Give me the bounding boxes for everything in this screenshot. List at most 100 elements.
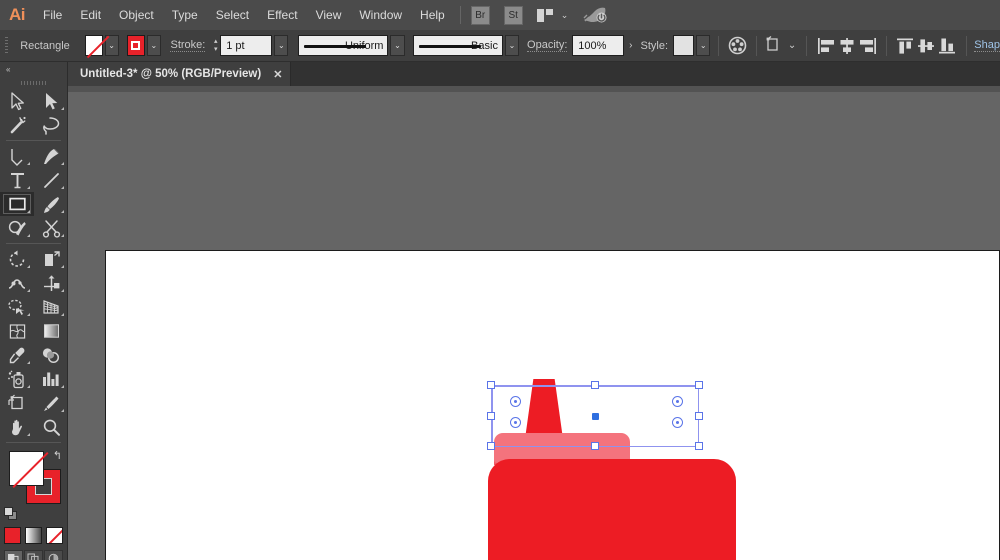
menu-object[interactable]: Object [110,0,163,30]
tool-pen[interactable] [0,144,34,168]
align-left-icon[interactable] [815,34,836,58]
none-mode-swatch[interactable] [46,527,63,544]
workspace-switcher[interactable]: ⌄ [536,8,568,22]
menu-window[interactable]: Window [350,0,411,30]
live-corner-widget-top-right[interactable] [672,396,683,407]
live-corner-widget-top-left[interactable] [510,396,521,407]
align-center-vertical-icon[interactable] [916,34,937,58]
color-mode-swatch[interactable] [4,527,21,544]
selection-handle-top-left[interactable] [487,381,495,389]
align-top-icon[interactable] [895,34,916,58]
selection-handle-top-right[interactable] [695,381,703,389]
bottle-body-shape[interactable] [488,459,736,560]
tool-hand[interactable] [0,415,34,439]
stepper-down-icon[interactable]: ▾ [214,46,218,54]
selection-bounding-box[interactable] [487,381,703,450]
control-bar-grip[interactable] [5,36,9,55]
draw-behind-icon[interactable] [24,550,43,560]
tool-shaper[interactable] [0,216,34,240]
menu-file[interactable]: File [34,0,71,30]
menu-view[interactable]: View [307,0,351,30]
opacity-input[interactable]: 100% [572,35,625,56]
stock-button[interactable]: St [503,5,523,25]
opacity-options-button[interactable]: › [624,35,637,56]
selection-handle-middle-left[interactable] [487,412,495,420]
tool-scale[interactable] [34,247,68,271]
bridge-button[interactable]: Br [470,5,490,25]
tool-rotate[interactable] [0,247,34,271]
tool-mesh[interactable] [0,319,34,343]
tool-rectangle[interactable] [0,192,34,216]
collapse-panel-button[interactable]: « [0,62,67,77]
close-icon[interactable]: ✕ [273,68,282,81]
live-corner-widget-bottom-right[interactable] [672,417,683,428]
stroke-weight-dropdown[interactable]: ⌄ [274,35,289,56]
shape-options-label[interactable]: Shap [974,39,1000,52]
selection-handle-bottom-right[interactable] [695,442,703,450]
tool-gradient[interactable] [34,319,68,343]
tool-column-graph[interactable] [34,367,68,391]
stroke-profile-dropdown[interactable]: ⌄ [390,35,405,56]
fill-swatch-button[interactable] [84,35,109,58]
tool-shape-builder[interactable] [0,295,34,319]
stroke-profile-select[interactable]: Uniform [298,35,389,56]
transform-icon[interactable] [765,34,786,58]
default-fill-stroke-icon[interactable] [4,507,18,521]
tool-selection[interactable] [0,89,34,113]
menu-help[interactable]: Help [411,0,454,30]
swap-fill-stroke-icon[interactable]: ↰ [53,449,62,462]
tool-artboard[interactable] [0,391,34,415]
tool-symbol-sprayer[interactable] [0,367,34,391]
tool-type[interactable] [0,168,34,192]
stepper-up-icon[interactable]: ▴ [214,38,218,46]
live-corner-widget-bottom-left[interactable] [510,417,521,428]
align-right-icon[interactable] [857,34,878,58]
selection-handle-top-center[interactable] [591,381,599,389]
rocket-power-icon[interactable] [582,6,608,24]
tool-eyedropper[interactable] [0,343,34,367]
brush-definition-select[interactable]: Basic [412,35,503,56]
tool-line-segment[interactable] [34,168,68,192]
align-bottom-icon[interactable] [937,34,958,58]
canvas-workspace[interactable] [68,92,1000,560]
tool-scissors[interactable] [34,216,68,240]
graphic-style-swatch[interactable] [672,35,695,56]
selection-handle-bottom-left[interactable] [487,442,495,450]
stroke-weight-stepper[interactable]: ▴ ▾ [211,35,220,56]
menu-type[interactable]: Type [163,0,207,30]
graphic-style-dropdown[interactable]: ⌄ [696,35,711,56]
fill-color-swatch[interactable] [9,451,49,488]
brush-dropdown[interactable]: ⌄ [504,35,520,56]
menu-effect[interactable]: Effect [258,0,306,30]
document-tab[interactable]: Untitled-3* @ 50% (RGB/Preview) ✕ [68,62,292,86]
gradient-mode-swatch[interactable] [25,527,42,544]
transform-chevron-down-icon[interactable]: ⌄ [786,35,799,56]
tool-slice[interactable] [34,391,68,415]
draw-inside-icon[interactable] [44,550,63,560]
tool-width[interactable] [0,271,34,295]
stroke-swatch-button[interactable] [126,35,145,56]
tool-free-transform[interactable] [34,271,68,295]
stroke-weight-input[interactable]: 1 pt [220,35,273,56]
tool-paintbrush[interactable] [34,192,68,216]
tools-panel-grip[interactable] [0,77,67,89]
draw-normal-icon[interactable] [4,550,23,560]
tool-blend[interactable] [34,343,68,367]
menu-edit[interactable]: Edit [71,0,110,30]
tool-lasso[interactable] [34,113,68,137]
stroke-dropdown-button[interactable]: ⌄ [146,35,161,56]
stroke-weight-label[interactable]: Stroke: [170,39,206,52]
tool-curvature[interactable] [34,144,68,168]
menu-select[interactable]: Select [207,0,258,30]
align-center-horizontal-icon[interactable] [836,34,857,58]
selection-handle-middle-right[interactable] [695,412,703,420]
tool-zoom[interactable] [34,415,68,439]
tool-direct-selection[interactable] [34,89,68,113]
opacity-label[interactable]: Opacity: [527,39,568,52]
tool-magic-wand[interactable] [0,113,34,137]
center-anchor-point[interactable] [591,412,599,420]
artboard[interactable] [105,250,1000,560]
recolor-artwork-icon[interactable] [727,34,748,58]
tool-perspective-grid[interactable] [34,295,68,319]
selection-handle-bottom-center[interactable] [591,442,599,450]
